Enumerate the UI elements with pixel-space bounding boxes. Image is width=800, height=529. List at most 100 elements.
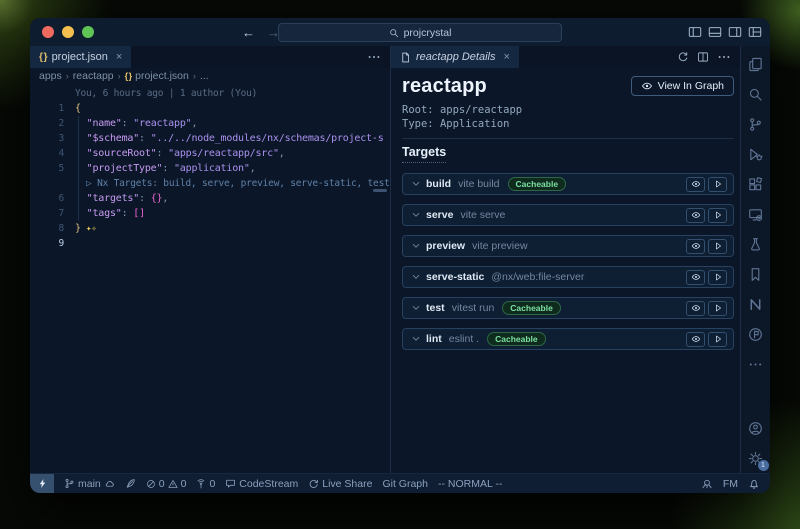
- activity-item-explorer[interactable]: [741, 49, 771, 79]
- scrollbar-thumb[interactable]: [373, 189, 387, 192]
- code-line[interactable]: 4 "sourceRoot": "apps/reactapp/src",: [30, 146, 390, 161]
- more-actions-icon[interactable]: [717, 50, 731, 64]
- toggle-panel-icon[interactable]: [708, 25, 722, 39]
- chevron-down-icon[interactable]: [411, 334, 421, 344]
- run-target-button[interactable]: [708, 177, 727, 192]
- line-number[interactable]: 5: [30, 161, 75, 176]
- close-window-button[interactable]: [42, 26, 54, 38]
- line-number[interactable]: 1: [30, 101, 75, 116]
- line-number[interactable]: 8: [30, 221, 75, 236]
- tab-reactapp-details[interactable]: reactapp Details ×: [391, 46, 519, 68]
- chevron-down-icon[interactable]: [411, 272, 421, 282]
- git-graph-status[interactable]: Git Graph: [382, 478, 428, 490]
- refresh-icon[interactable]: [677, 51, 689, 63]
- ports-status[interactable]: 0: [196, 478, 215, 490]
- line-number[interactable]: [30, 86, 75, 101]
- line-number[interactable]: 7: [30, 206, 75, 221]
- run-target-button[interactable]: [708, 239, 727, 254]
- toggle-sidebar-left-icon[interactable]: [688, 25, 702, 39]
- code-line[interactable]: 7 "tags": []: [30, 206, 390, 221]
- line-number[interactable]: [30, 176, 75, 191]
- remote-indicator[interactable]: [30, 474, 54, 493]
- toggle-sidebar-right-icon[interactable]: [728, 25, 742, 39]
- line-number[interactable]: 4: [30, 146, 75, 161]
- breadcrumb-item[interactable]: ...: [200, 70, 209, 82]
- line-number[interactable]: 3: [30, 131, 75, 146]
- code-line[interactable]: 2 "name": "reactapp",: [30, 116, 390, 131]
- code-line[interactable]: You, 6 hours ago | 1 author (You): [30, 86, 390, 101]
- code-line[interactable]: 8 } ✦✧: [30, 221, 390, 236]
- target-row[interactable]: serve vite serve: [402, 204, 734, 226]
- target-row[interactable]: build vite build Cacheable: [402, 173, 734, 195]
- view-target-button[interactable]: [686, 208, 705, 223]
- target-row[interactable]: lint eslint . Cacheable: [402, 328, 734, 350]
- pull-request-status[interactable]: [125, 478, 136, 489]
- activity-item-source-control[interactable]: [741, 109, 771, 139]
- line-number[interactable]: 6: [30, 191, 75, 206]
- activity-item-settings[interactable]: 1: [741, 443, 771, 473]
- activity-item-extensions[interactable]: [741, 169, 771, 199]
- live-share-status[interactable]: Live Share: [308, 478, 372, 490]
- run-target-button[interactable]: [708, 270, 727, 285]
- target-row[interactable]: test vitest run Cacheable: [402, 297, 734, 319]
- close-tab-icon[interactable]: ×: [504, 51, 510, 63]
- view-target-button[interactable]: [686, 332, 705, 347]
- chevron-down-icon[interactable]: [411, 210, 421, 220]
- activity-item-gitlens[interactable]: [741, 319, 771, 349]
- line-number[interactable]: 9: [30, 236, 75, 251]
- customize-layout-icon[interactable]: [748, 25, 762, 39]
- chevron-down-icon[interactable]: [411, 241, 421, 251]
- code-text: "targets": {},: [75, 191, 390, 206]
- activity-item-bookmarks[interactable]: [741, 259, 771, 289]
- back-icon[interactable]: ←: [242, 25, 255, 40]
- code-editor[interactable]: You, 6 hours ago | 1 author (You) 1 { 2 …: [30, 84, 390, 473]
- line-number[interactable]: 2: [30, 116, 75, 131]
- notifications-status[interactable]: [748, 478, 760, 490]
- activity-item-more[interactable]: [741, 349, 771, 379]
- run-target-button[interactable]: [708, 301, 727, 316]
- zoom-window-button[interactable]: [82, 26, 94, 38]
- code-line[interactable]: 5 "projectType": "application",: [30, 161, 390, 176]
- minimize-window-button[interactable]: [62, 26, 74, 38]
- breadcrumb-item[interactable]: reactapp: [73, 70, 114, 82]
- vim-mode-status[interactable]: -- NORMAL --: [438, 478, 502, 490]
- activity-item-nx-console[interactable]: [741, 289, 771, 319]
- problems-status[interactable]: 0 0: [146, 478, 187, 490]
- split-editor-icon[interactable]: [697, 51, 709, 63]
- code-line[interactable]: 3 "$schema": "../../node_modules/nx/sche…: [30, 131, 390, 146]
- activity-item-search[interactable]: [741, 79, 771, 109]
- code-text: [75, 236, 390, 251]
- code-line[interactable]: 6 "targets": {},: [30, 191, 390, 206]
- extensions-icon: [748, 177, 763, 192]
- view-target-button[interactable]: [686, 239, 705, 254]
- view-target-button[interactable]: [686, 270, 705, 285]
- close-tab-icon[interactable]: ×: [116, 51, 122, 63]
- codestream-status[interactable]: CodeStream: [225, 478, 298, 490]
- activity-item-account[interactable]: [741, 413, 771, 443]
- target-row[interactable]: preview vite preview: [402, 235, 734, 257]
- editor-group-right: reactapp View In Graph Root: apps/reacta…: [391, 68, 740, 473]
- fm-status[interactable]: FM: [723, 478, 738, 490]
- view-target-button[interactable]: [686, 301, 705, 316]
- breadcrumb-item[interactable]: project.json: [135, 70, 189, 82]
- view-target-button[interactable]: [686, 177, 705, 192]
- activity-item-run-debug[interactable]: [741, 139, 771, 169]
- code-line[interactable]: 1 {: [30, 101, 390, 116]
- more-actions-icon[interactable]: [367, 50, 381, 64]
- target-row[interactable]: serve-static @nx/web:file-server: [402, 266, 734, 288]
- activity-item-remote[interactable]: [741, 199, 771, 229]
- chevron-down-icon[interactable]: [411, 179, 421, 189]
- activity-item-testing[interactable]: [741, 229, 771, 259]
- code-line[interactable]: 9: [30, 236, 390, 251]
- code-line[interactable]: ▷ Nx Targets: build, serve, preview, ser…: [30, 176, 390, 191]
- breadcrumb-item[interactable]: apps: [39, 70, 62, 82]
- chevron-down-icon[interactable]: [411, 303, 421, 313]
- run-target-button[interactable]: [708, 332, 727, 347]
- run-target-button[interactable]: [708, 208, 727, 223]
- tab-project-json[interactable]: { } project.json ×: [30, 46, 131, 68]
- octopus-icon: [701, 478, 713, 490]
- view-in-graph-button[interactable]: View In Graph: [631, 76, 734, 96]
- command-center-search[interactable]: projcrystal: [278, 23, 562, 42]
- branch-status[interactable]: main: [64, 478, 115, 490]
- octopus-status[interactable]: [701, 478, 713, 490]
